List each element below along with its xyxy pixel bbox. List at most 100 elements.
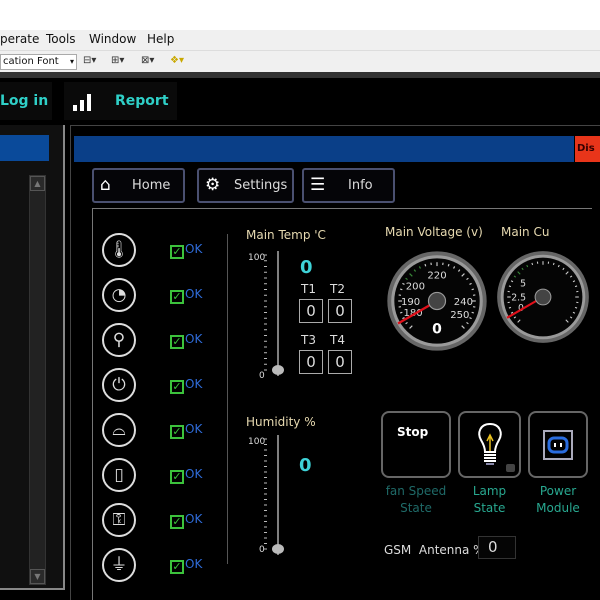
voltage-label: Main Voltage (v) (385, 225, 483, 239)
current-gauge: 02.55 (497, 251, 589, 343)
menu-help[interactable]: Help (147, 32, 174, 46)
current-tick-label: 5 (520, 279, 526, 290)
status-text: OK (185, 422, 203, 436)
check-icon: ✓ (170, 560, 184, 574)
lamp-caption-line2: State (473, 501, 506, 515)
current-hub (534, 288, 552, 306)
current-tick-mark (531, 262, 534, 266)
font-select[interactable]: cation Font ▾ (0, 54, 77, 70)
fan-stop-button[interactable]: Stop (381, 411, 451, 478)
font-select-value: cation Font (3, 56, 59, 67)
vibration-icon: ▯ (102, 458, 136, 492)
humidity-slider[interactable] (263, 433, 293, 563)
power-caption: Power Module (526, 483, 590, 517)
voltage-tick-label: 250 (450, 310, 469, 321)
current-tick-mark (508, 285, 512, 288)
menu-operate[interactable]: perate (0, 32, 39, 46)
status-text: OK (185, 512, 203, 526)
t4-value: 0 (328, 350, 352, 374)
status-ok: ✓ OK (170, 242, 202, 259)
window-top (0, 0, 600, 30)
status-row: ▯ ✓ OK (93, 456, 213, 496)
status-ok: ✓ OK (170, 422, 202, 439)
report-label: Report (115, 93, 169, 109)
current-tick-mark (508, 306, 512, 309)
gsm-label: GSM Antenna % (384, 543, 485, 557)
menu-window[interactable]: Window (89, 32, 136, 46)
temp-label: Main Temp 'C (246, 228, 326, 242)
left-panel: ▲ ▼ (0, 125, 65, 590)
voltage-tick-mark (471, 288, 475, 291)
light-bulb-icon (478, 422, 502, 465)
t4-label: T4 (330, 333, 345, 347)
status-ok: ✓ OK (170, 512, 202, 529)
humidity-thumb (272, 544, 284, 554)
current-tick-label: 2.5 (511, 293, 526, 304)
current-tick-mark (574, 306, 578, 309)
fan-caption-line1: fan Speed (385, 484, 447, 498)
status-text: OK (185, 242, 203, 256)
login-label: Log in (0, 93, 49, 109)
smoke-detector-icon: ⌓ (102, 413, 136, 447)
temp-slider[interactable] (263, 249, 293, 384)
main-panel: Dis ⌂ Home ⚙ Settings ☰ Info 🌡 ✓ OK ◔ ✓ OK ⚲ ✓ O… (70, 125, 600, 600)
check-icon: ✓ (170, 290, 184, 304)
status-text: OK (185, 332, 203, 346)
current-label: Main Cu (501, 225, 550, 239)
login-button[interactable]: Log in (0, 82, 52, 120)
status-ok: ✓ OK (170, 377, 202, 394)
power-caption-line2: Module (536, 501, 580, 515)
power-caption-line1: Power (539, 484, 577, 498)
thermometer-icon: 🌡 (102, 233, 136, 267)
voltage-value: 0 (432, 322, 442, 338)
scroll-down-icon[interactable]: ▼ (30, 569, 45, 584)
t2-value: 0 (328, 299, 352, 323)
align-icon[interactable]: ⊟▾ (83, 55, 96, 66)
report-button[interactable]: Report (64, 82, 177, 120)
t2-label: T2 (330, 282, 345, 296)
power-module-button[interactable] (528, 411, 588, 478)
disconnect-button[interactable]: Dis (575, 136, 600, 162)
menu-tools[interactable]: Tools (46, 32, 76, 46)
power-plug-icon: ⏻ (102, 368, 136, 402)
tab-info[interactable]: ☰ Info (302, 168, 395, 203)
voltage-tick-mark (447, 263, 450, 267)
status-row: ◔ ✓ OK (93, 276, 213, 316)
humidity-value: 0 (299, 455, 312, 476)
scroll-up-icon[interactable]: ▲ (30, 176, 45, 191)
status-row: ⚿ ✓ OK (93, 501, 213, 541)
status-ok: ✓ OK (170, 467, 202, 484)
current-tick-mark (574, 285, 578, 288)
temp-thumb (272, 365, 284, 375)
lamp-indicator (506, 464, 515, 472)
voltage-tick-mark (399, 311, 403, 314)
fan-caption-line2: State (400, 501, 432, 515)
status-ok: ✓ OK (170, 557, 202, 574)
voltage-tick-label: 220 (427, 270, 446, 281)
gear-icon: ⚙ (205, 175, 221, 195)
lamp-button[interactable] (458, 411, 521, 478)
tab-settings-label: Settings (234, 178, 288, 193)
t1-label: T1 (301, 282, 316, 296)
tab-settings[interactable]: ⚙ Settings (197, 168, 294, 203)
toolbar: cation Font ▾ ⊟▾ ⊞▾ ⊠▾ ❖▾ (0, 50, 600, 72)
dashboard: 🌡 ✓ OK ◔ ✓ OK ⚲ ✓ OK ⏻ ✓ OK ⌓ ✓ OK ▯ ✓ OK ⚿ ✓ OK ⏚ ✓ OK… (92, 208, 592, 600)
tab-info-label: Info (348, 178, 373, 193)
voltage-tick-label: 240 (454, 297, 473, 308)
resize-icon[interactable]: ⊠▾ (141, 55, 154, 66)
tab-home[interactable]: ⌂ Home (92, 168, 185, 203)
status-text: OK (185, 467, 203, 481)
status-text: OK (185, 287, 203, 301)
temp-value: 0 (300, 257, 313, 278)
header-bar (74, 136, 574, 162)
distribute-icon[interactable]: ⊞▾ (111, 55, 124, 66)
status-text: OK (185, 557, 203, 571)
voltage-tick-label: 190 (401, 297, 420, 308)
scrollbar[interactable]: ▲ ▼ (29, 175, 46, 585)
t3-value: 0 (299, 350, 323, 374)
fan-speed-caption: fan Speed State (376, 483, 456, 517)
left-header-bar (0, 135, 49, 161)
reorder-icon[interactable]: ❖▾ (170, 55, 184, 66)
lamp-caption-line1: Lamp (472, 484, 507, 498)
water-tap-icon: ⚲ (102, 323, 136, 357)
